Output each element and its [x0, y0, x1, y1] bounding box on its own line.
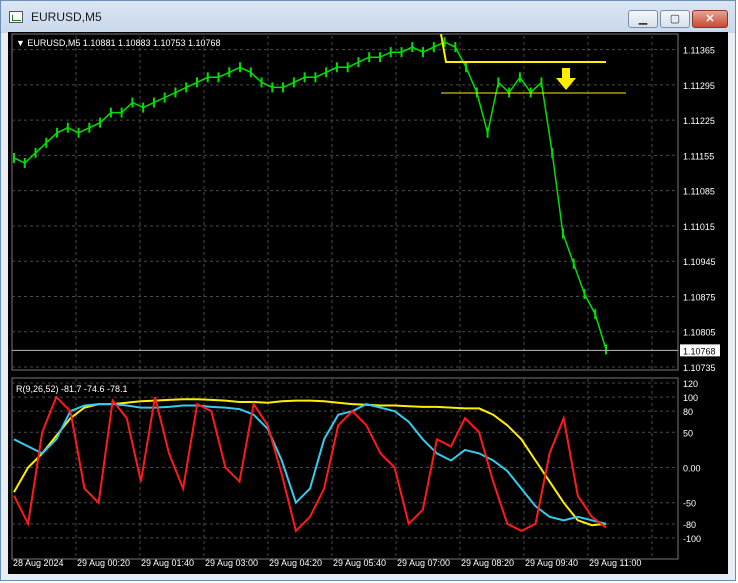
indicator-tick-label: 80 — [683, 407, 693, 417]
price-tick-label: 1.10875 — [683, 292, 716, 302]
current-price-label: 1.10768 — [683, 346, 716, 356]
price-tick-label: 1.11155 — [683, 151, 714, 161]
price-tick-label: 1.11085 — [683, 187, 715, 197]
price-tick-label: 1.10735 — [683, 363, 716, 373]
price-tick-label: 1.11225 — [683, 116, 715, 126]
time-tick-label: 29 Aug 08:20 — [461, 558, 514, 568]
time-tick-label: 28 Aug 2024 — [13, 558, 64, 568]
price-tick-label: 1.11295 — [683, 81, 715, 91]
indicator-tick-label: 0.00 — [683, 464, 701, 474]
price-tick-label: 1.11015 — [683, 222, 715, 232]
time-tick-label: 29 Aug 11:00 — [589, 558, 641, 568]
indicator-fast-line — [13, 395, 607, 533]
down-arrow-icon — [556, 68, 576, 90]
indicator-tick-label: 50 — [683, 428, 693, 438]
price-tick-label: 1.10805 — [683, 328, 716, 338]
chart-header-ohlc: ▼ EURUSD,M5 1.10881 1.10883 1.10753 1.10… — [16, 38, 221, 48]
time-tick-label: 29 Aug 00:20 — [77, 558, 130, 568]
time-tick-label: 29 Aug 04:20 — [269, 558, 322, 568]
chart-svg: 1.11365 1.11295 1.11225 1.11155 1.11085 1.110… — [11, 33, 720, 568]
indicator-label: R(9,26,52) -81.7 -74.6 -78.1 — [16, 384, 128, 394]
price-tick-label: 1.11365 — [683, 46, 715, 56]
indicator-tick-label: 100 — [683, 393, 698, 403]
indicator-tick-label: -100 — [683, 534, 701, 544]
time-tick-label: 29 Aug 09:40 — [525, 558, 578, 568]
indicator-tick-label: -80 — [683, 520, 696, 530]
indicator-mid-line — [13, 403, 607, 525]
time-tick-label: 29 Aug 01:40 — [141, 558, 194, 568]
price-series-line — [13, 41, 607, 350]
time-tick-label: 29 Aug 05:40 — [333, 558, 386, 568]
indicator-slow-line — [13, 398, 607, 527]
time-tick-label: 29 Aug 03:00 — [205, 558, 258, 568]
indicator-tick-label: -50 — [683, 499, 696, 509]
price-tick-label: 1.10945 — [683, 257, 716, 267]
indicator-tick-label: 120 — [683, 379, 698, 389]
time-tick-label: 29 Aug 07:00 — [397, 558, 450, 568]
